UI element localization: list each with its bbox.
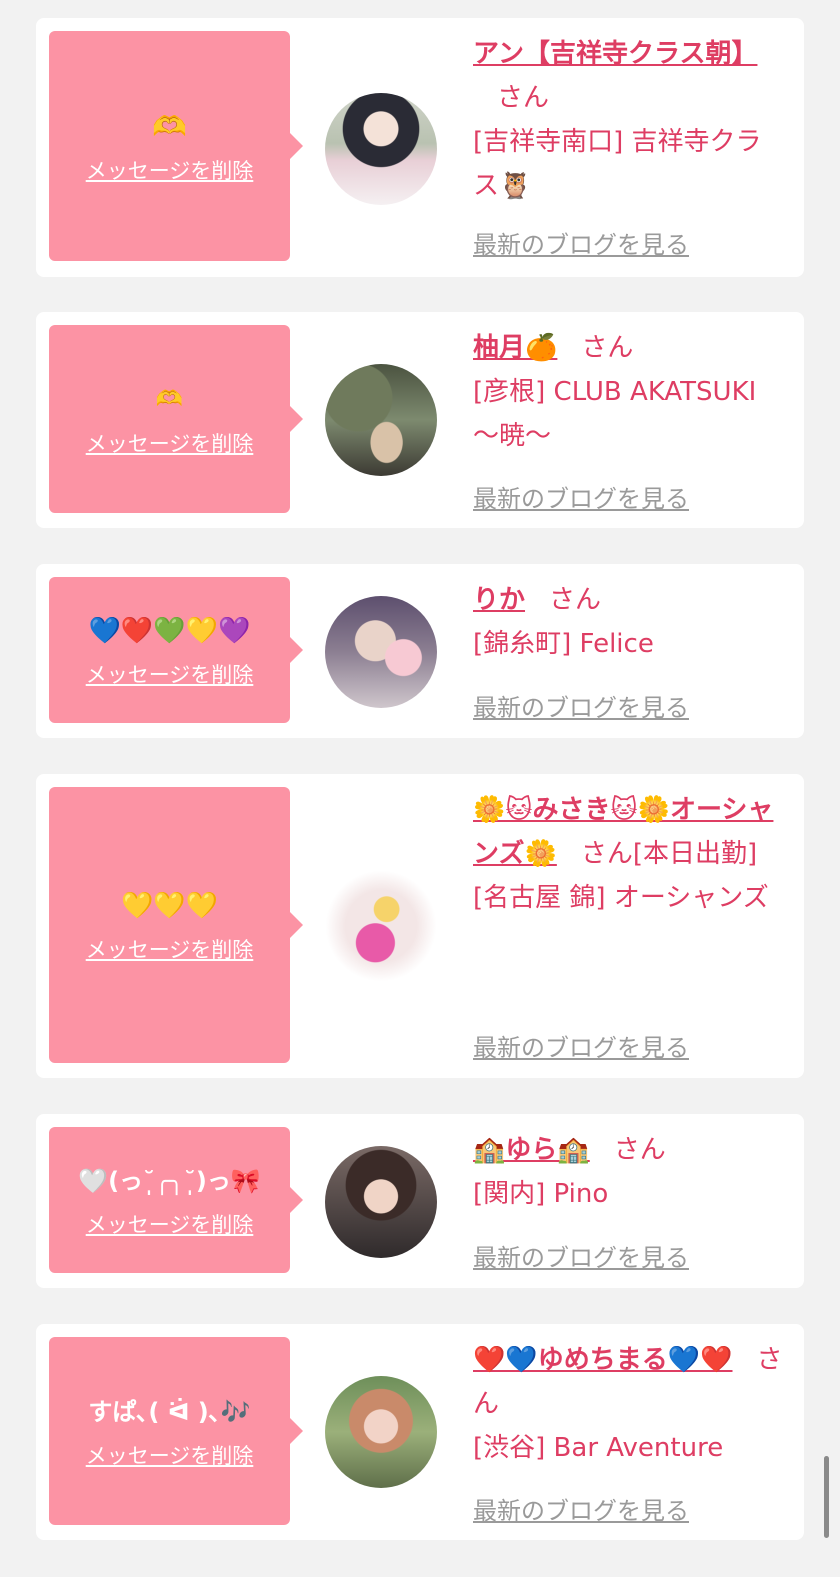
delete-message-link[interactable]: メッセージを削除 — [86, 155, 254, 185]
honorific: さん — [497, 83, 550, 113]
message-list: 🫶 メッセージを削除 アン【吉祥寺クラス朝】さん [吉祥寺南口] 吉祥寺クラス🦉… — [0, 0, 840, 1577]
shop-label: [錦糸町] Felice — [473, 629, 654, 659]
message-bubble: 🫶 メッセージを削除 — [49, 325, 303, 513]
honorific: さん — [549, 585, 602, 615]
message-card: すぱ､( ᐛ )､🎶 メッセージを削除 ❤️💙ゆめちまる💙❤️ さん [渋谷] B… — [36, 1324, 804, 1540]
shop-label: [吉祥寺南口] 吉祥寺クラス🦉 — [473, 127, 762, 201]
user-info: ❤️💙ゆめちまる💙❤️ さん [渋谷] Bar Aventure — [473, 1338, 783, 1470]
delete-message-link[interactable]: メッセージを削除 — [86, 934, 254, 964]
message-bubble: 💙❤️💚💛💜 メッセージを削除 — [49, 577, 303, 723]
avatar[interactable] — [325, 364, 437, 476]
latest-blog-link[interactable]: 最新のブログを見る — [473, 1028, 689, 1063]
user-info: 🏫ゆら🏫 さん [関内] Pino — [473, 1128, 783, 1216]
shop-label: [関内] Pino — [473, 1179, 609, 1209]
latest-blog-link[interactable]: 最新のブログを見る — [473, 1238, 689, 1273]
user-name-link[interactable]: りか — [473, 585, 525, 615]
message-bubble: 🫶 メッセージを削除 — [49, 31, 303, 261]
shop-label: [名古屋 錦] オーシャンズ — [473, 883, 769, 913]
message-text: 💙❤️💚💛💜 — [88, 616, 251, 646]
user-info: アン【吉祥寺クラス朝】さん [吉祥寺南口] 吉祥寺クラス🦉 — [473, 32, 783, 208]
honorific: さん[本日出勤] — [580, 839, 758, 869]
user-name-link[interactable]: 柚月🍊 — [473, 333, 557, 363]
latest-blog-link[interactable]: 最新のブログを見る — [473, 1491, 689, 1526]
user-name-link[interactable]: ❤️💙ゆめちまる💙❤️ — [473, 1345, 733, 1375]
honorific: さん — [613, 1135, 666, 1165]
message-text: 🤍(っ˘̩╭╮˘̩)っ🎀 — [78, 1167, 261, 1195]
message-text: 🫶 — [152, 110, 187, 143]
message-text: 💛💛💛 — [120, 891, 219, 921]
message-bubble: 🤍(っ˘̩╭╮˘̩)っ🎀 メッセージを削除 — [49, 1127, 303, 1273]
shop-label: [彦根] CLUB AKATSUKI ～暁～ — [473, 377, 757, 451]
honorific: さん — [581, 333, 634, 363]
shop-label: [渋谷] Bar Aventure — [473, 1433, 724, 1463]
avatar[interactable] — [325, 1146, 437, 1258]
avatar[interactable] — [325, 870, 437, 982]
message-card: 🤍(っ˘̩╭╮˘̩)っ🎀 メッセージを削除 🏫ゆら🏫 さん [関内] Pino 最… — [36, 1114, 804, 1288]
latest-blog-link[interactable]: 最新のブログを見る — [473, 479, 689, 514]
message-card: 💙❤️💚💛💜 メッセージを削除 りか さん [錦糸町] Felice 最新のブログ… — [36, 564, 804, 738]
delete-message-link[interactable]: メッセージを削除 — [86, 1440, 254, 1470]
message-text: 🫶 — [155, 387, 184, 412]
latest-blog-link[interactable]: 最新のブログを見る — [473, 688, 689, 723]
message-card: 🫶 メッセージを削除 アン【吉祥寺クラス朝】さん [吉祥寺南口] 吉祥寺クラス🦉… — [36, 18, 804, 277]
delete-message-link[interactable]: メッセージを削除 — [86, 1209, 254, 1239]
user-name-link[interactable]: 🏫ゆら🏫 — [473, 1135, 590, 1165]
delete-message-link[interactable]: メッセージを削除 — [86, 428, 254, 458]
avatar[interactable] — [325, 596, 437, 708]
avatar[interactable] — [325, 93, 437, 205]
user-name-link[interactable]: アン【吉祥寺クラス朝】 — [473, 39, 757, 69]
message-bubble: 💛💛💛 メッセージを削除 — [49, 787, 303, 1063]
scrollbar[interactable] — [824, 1456, 829, 1538]
latest-blog-link[interactable]: 最新のブログを見る — [473, 225, 689, 260]
message-text: すぱ､( ᐛ )､🎶 — [88, 1398, 251, 1426]
message-card: 💛💛💛 メッセージを削除 🌼🐱みさき🐱🌼オーシャンズ🌼 さん[本日出勤] [名古屋… — [36, 774, 804, 1078]
user-info: りか さん [錦糸町] Felice — [473, 578, 783, 666]
user-info: 🌼🐱みさき🐱🌼オーシャンズ🌼 さん[本日出勤] [名古屋 錦] オーシャンズ — [473, 788, 783, 920]
message-card: 🫶 メッセージを削除 柚月🍊 さん [彦根] CLUB AKATSUKI ～暁～ … — [36, 312, 804, 528]
user-info: 柚月🍊 さん [彦根] CLUB AKATSUKI ～暁～ — [473, 326, 783, 458]
delete-message-link[interactable]: メッセージを削除 — [86, 659, 254, 689]
message-bubble: すぱ､( ᐛ )､🎶 メッセージを削除 — [49, 1337, 303, 1525]
avatar[interactable] — [325, 1376, 437, 1488]
